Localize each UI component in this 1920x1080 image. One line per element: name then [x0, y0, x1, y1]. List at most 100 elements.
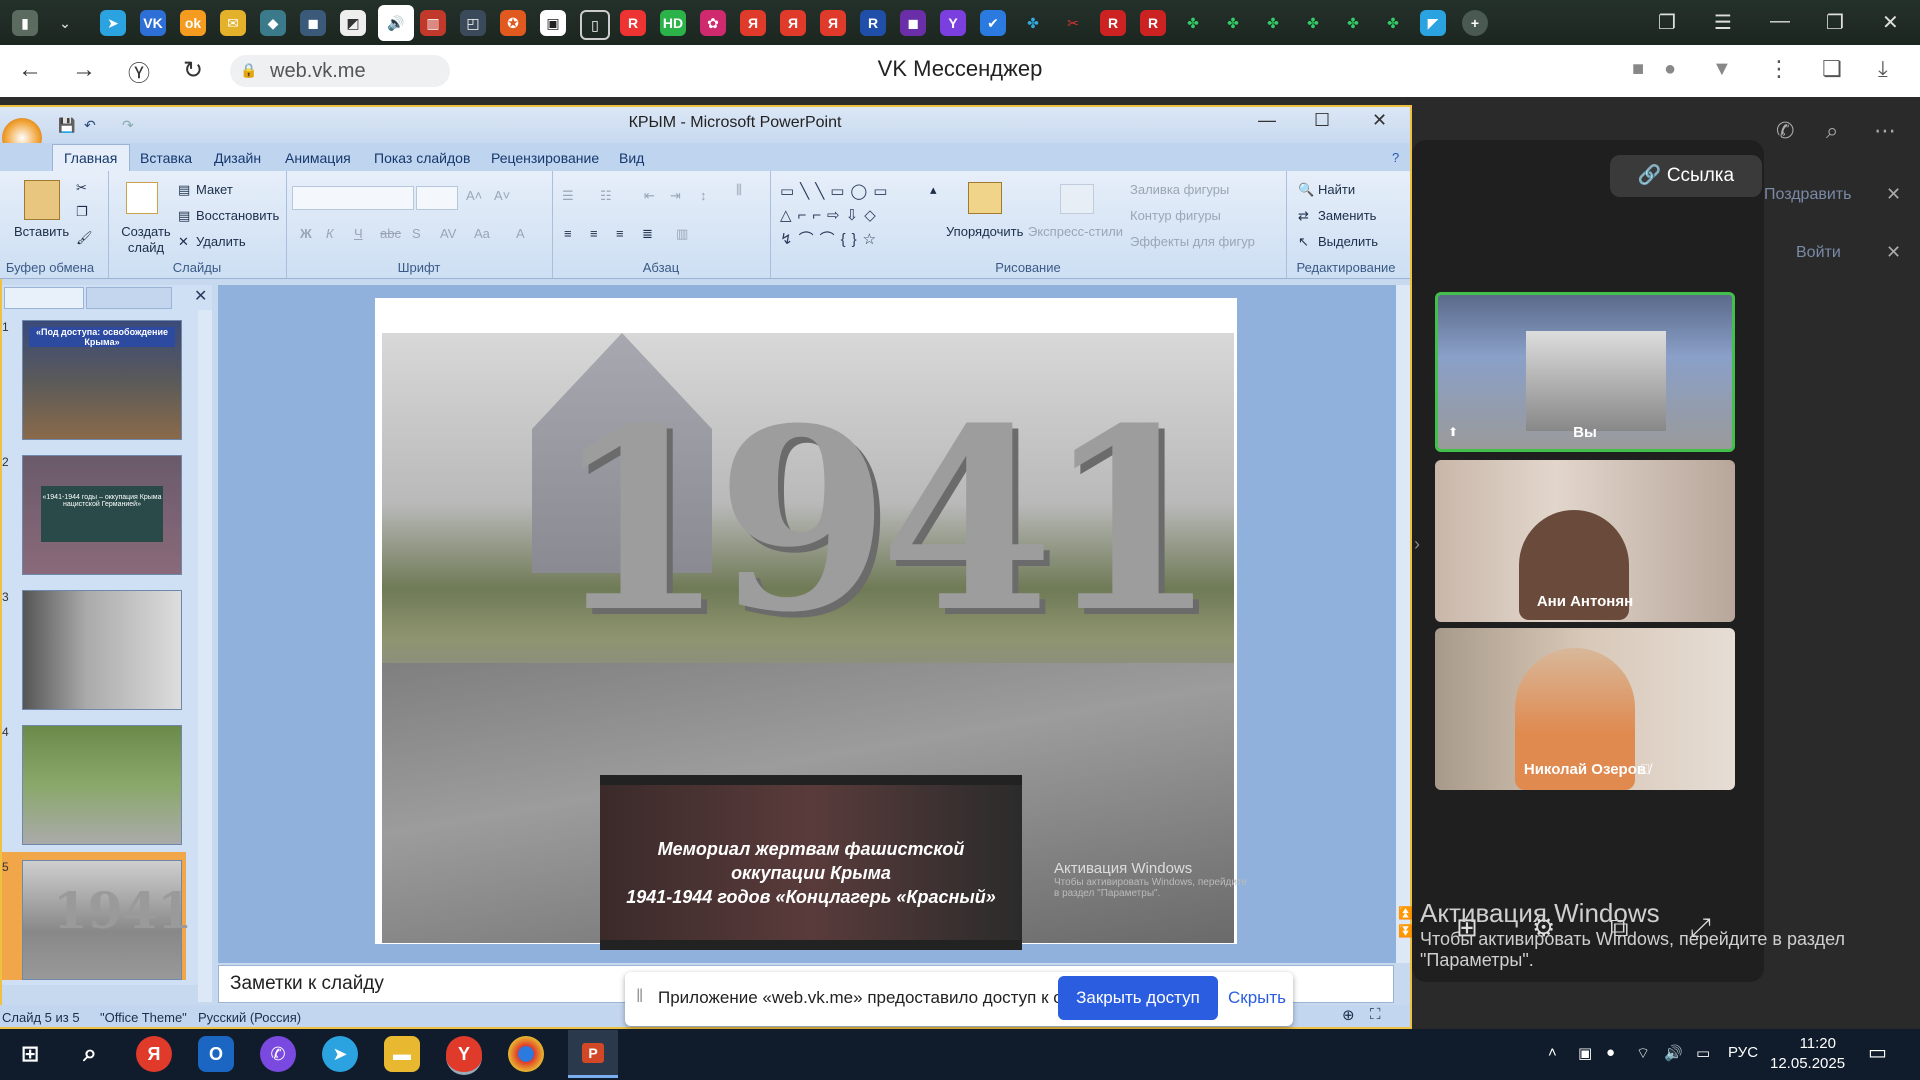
tab-icon-10[interactable]: ▥ — [420, 10, 446, 36]
collections-icon[interactable]: ❏ — [1822, 56, 1842, 82]
tab-icon-25[interactable]: ✤ — [1020, 10, 1046, 36]
ppt-maximize-icon[interactable]: ☐ — [1314, 110, 1330, 131]
tab-icon-8[interactable]: ◩ — [340, 10, 366, 36]
undo-icon[interactable]: ↶ — [84, 117, 96, 134]
quick-styles-button[interactable]: Экспресс-стили — [1028, 224, 1123, 239]
tab-icon-21[interactable]: R — [860, 10, 886, 36]
minimize-icon[interactable]: — — [1770, 10, 1790, 33]
camera-icon[interactable]: ■ — [1632, 58, 1644, 81]
hide-share-bar-button[interactable]: Скрыть — [1228, 988, 1286, 1008]
bookmark-icon[interactable]: ▼ — [1712, 58, 1732, 81]
vk-tab-icon[interactable]: VK — [140, 10, 166, 36]
tab-icon-31[interactable]: ✤ — [1260, 10, 1286, 36]
tab-icon-34[interactable]: ✤ — [1380, 10, 1406, 36]
congratulate-button[interactable]: Поздравить — [1764, 186, 1851, 204]
yandex-taskbar-icon[interactable]: Я — [136, 1036, 172, 1072]
arrange-button[interactable]: Упорядочить — [946, 224, 1023, 239]
tab-animation[interactable]: Анимация — [285, 150, 351, 166]
tray-mic-icon[interactable]: ● — [1606, 1044, 1615, 1061]
viber-taskbar-icon[interactable]: ✆ — [260, 1036, 296, 1072]
tab-icon-30[interactable]: ✤ — [1220, 10, 1246, 36]
tab-icon-7[interactable]: ◼ — [300, 10, 326, 36]
strikethrough-icon[interactable]: abc — [380, 226, 401, 241]
slide-scrollbar[interactable] — [1396, 285, 1410, 963]
tab-icon-12[interactable]: ✪ — [500, 10, 526, 36]
font-color-icon[interactable]: A — [516, 226, 525, 241]
volume-icon[interactable]: 🔊 — [1664, 1044, 1683, 1062]
dismiss-icon-2[interactable]: ✕ — [1886, 242, 1901, 263]
start-icon[interactable]: ⊞ — [12, 1036, 48, 1072]
back-icon[interactable]: ← — [18, 56, 42, 84]
tab-icon-23[interactable]: Y — [940, 10, 966, 36]
sidebar-toggle-icon[interactable]: ▮ — [12, 10, 38, 36]
tab-icon-26[interactable]: ✂ — [1060, 10, 1086, 36]
document-tab-icon[interactable]: ▯ — [580, 10, 610, 40]
shapes-gallery[interactable]: ▭╲╲▭◯▭ △⌐⌐⇨⇩◇ ↯⌒⌒{}☆ — [780, 180, 930, 254]
close-panel-icon[interactable]: ✕ — [194, 286, 207, 306]
bullets-icon[interactable]: ☰ — [562, 188, 574, 204]
tab-icon-6[interactable]: ◆ — [260, 10, 286, 36]
fit-slide-icon[interactable]: ⛶ — [1370, 1006, 1381, 1023]
clock[interactable]: 11:20 12.05.2025 — [1770, 1034, 1845, 1074]
prev-slide-icon[interactable]: ⏫ — [1398, 906, 1413, 920]
tab-icon-17[interactable]: ✿ — [700, 10, 726, 36]
columns-icon[interactable]: ⫼ — [736, 182, 742, 198]
phone-icon[interactable]: ✆ — [1776, 118, 1794, 144]
yandex-logo-icon[interactable]: Ⓨ — [128, 56, 150, 88]
explorer-taskbar-icon[interactable]: ▬ — [384, 1036, 420, 1072]
tab-icon-11[interactable]: ◰ — [460, 10, 486, 36]
delete-button[interactable]: Удалить — [196, 234, 246, 249]
paste-icon[interactable] — [24, 180, 60, 220]
login-button[interactable]: Войти — [1796, 244, 1841, 262]
font-size-select[interactable] — [416, 186, 458, 210]
collapse-panel-icon[interactable]: › — [1414, 534, 1420, 555]
close-icon[interactable]: ✕ — [1882, 10, 1899, 35]
forward-icon[interactable]: → — [72, 56, 96, 84]
powerpoint-taskbar-icon[interactable]: P — [568, 1030, 618, 1078]
yandex-tab-icon-2[interactable]: Я — [780, 10, 806, 36]
layout-button[interactable]: Макет — [196, 182, 233, 197]
tab-icon-29[interactable]: ✤ — [1180, 10, 1206, 36]
dismiss-icon-1[interactable]: ✕ — [1886, 184, 1901, 205]
tab-insert[interactable]: Вставка — [140, 150, 192, 166]
zoom-in-icon[interactable]: ⊕ — [1342, 1006, 1355, 1024]
shapes-scroll-icon[interactable]: ▴ — [930, 182, 937, 198]
taskbar-search-icon[interactable]: ⌕ — [72, 1036, 108, 1072]
search-icon[interactable]: ⌕ — [1826, 118, 1838, 144]
spacing-icon[interactable]: AV — [440, 226, 456, 241]
network-icon[interactable]: ⌔ — [1636, 1044, 1650, 1063]
telegram-tab-icon[interactable]: ➤ — [100, 10, 126, 36]
new-tab-plus-icon[interactable]: + — [1462, 10, 1488, 36]
mail-tab-icon[interactable]: ✉ — [220, 10, 246, 36]
tab-home[interactable]: Главная — [64, 150, 117, 166]
redo-icon[interactable]: ↷ — [122, 117, 134, 134]
microphone-icon[interactable]: ● — [1664, 58, 1676, 81]
slide-thumb-4[interactable] — [22, 725, 182, 845]
copy-icon[interactable]: ❐ — [76, 204, 88, 220]
yandex-tab-icon-3[interactable]: Я — [820, 10, 846, 36]
increase-indent-icon[interactable]: ⇥ — [670, 188, 681, 204]
slide-thumb-2[interactable]: «1941-1944 годы – оккупация Крыма нацист… — [22, 455, 182, 575]
tab-icon-24[interactable]: ✔ — [980, 10, 1006, 36]
stop-sharing-button[interactable]: Закрыть доступ — [1058, 976, 1218, 1020]
active-tab-audio-icon[interactable]: 🔊 — [378, 5, 414, 41]
tab-icon-22[interactable]: ◼ — [900, 10, 926, 36]
outline-tab[interactable] — [86, 287, 172, 309]
download-icon[interactable]: ⤓ — [1878, 56, 1888, 82]
bold-icon[interactable]: Ж — [300, 226, 312, 241]
tab-icon-32[interactable]: ✤ — [1300, 10, 1326, 36]
font-name-select[interactable] — [292, 186, 414, 210]
slide-thumb-5[interactable]: 1941 — [22, 860, 192, 980]
quick-styles-icon[interactable] — [1060, 184, 1094, 214]
tab-slideshow[interactable]: Показ слайдов — [374, 150, 470, 166]
text-columns-icon[interactable]: ▥ — [676, 226, 688, 242]
align-right-icon[interactable]: ≡ — [616, 226, 624, 241]
select-button[interactable]: Выделить — [1318, 234, 1378, 249]
url-field[interactable]: web.vk.me — [230, 55, 450, 87]
tray-app-icon[interactable]: ▣ — [1578, 1044, 1592, 1062]
telegram-taskbar-icon[interactable]: ➤ — [322, 1036, 358, 1072]
grow-font-icon[interactable]: A˄ — [466, 188, 482, 203]
tab-view[interactable]: Вид — [619, 150, 644, 166]
shrink-font-icon[interactable]: A˅ — [494, 188, 510, 203]
tab-icon-13[interactable]: ▣ — [540, 10, 566, 36]
